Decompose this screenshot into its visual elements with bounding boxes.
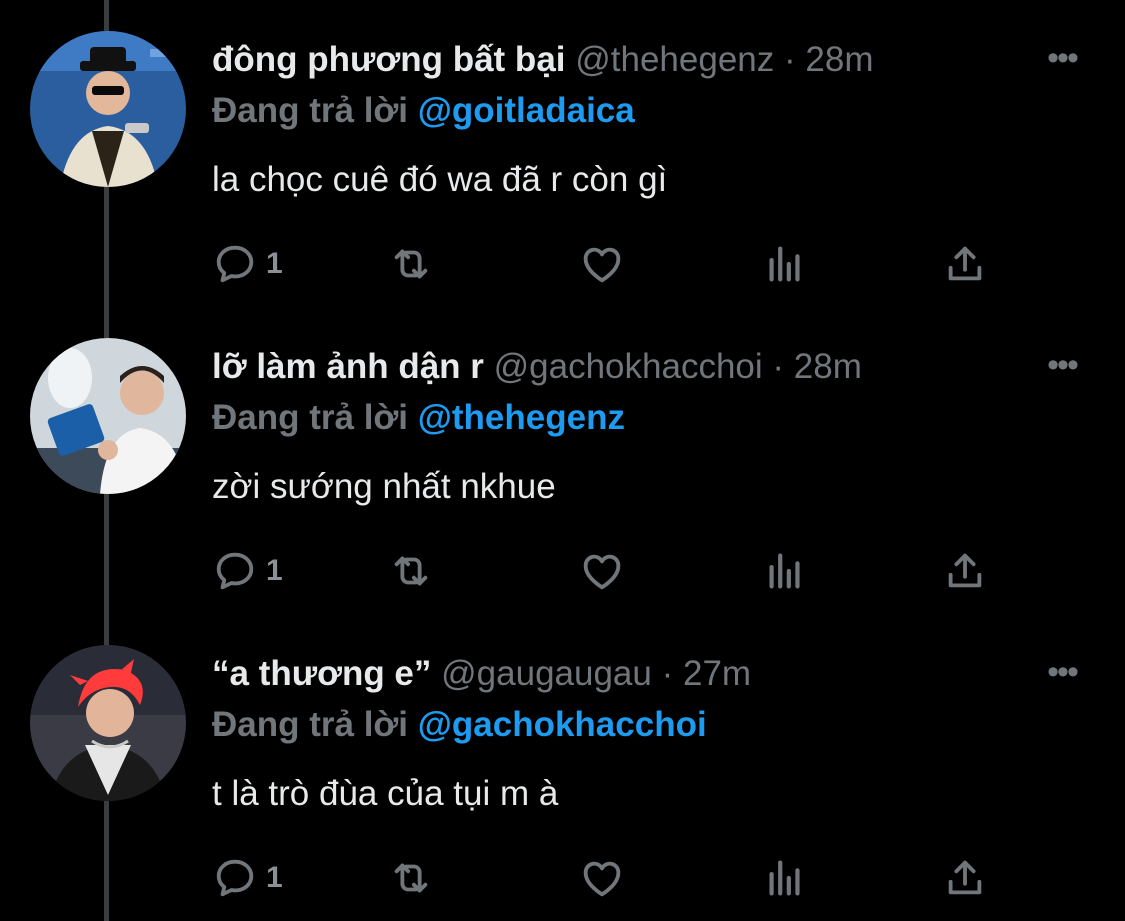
tweet-header: đông phương bất bại @thehegenz · 28m: [212, 38, 873, 82]
retweet-button[interactable]: [388, 238, 434, 290]
like-button[interactable]: [579, 852, 625, 904]
like-button[interactable]: [579, 238, 625, 290]
retweet-button[interactable]: [388, 852, 434, 904]
tweet-actions: 1: [212, 238, 1012, 290]
tweet[interactable]: đông phương bất bại @thehegenz · 28m •••…: [0, 0, 1125, 307]
share-button[interactable]: [942, 545, 988, 597]
avatar[interactable]: [30, 31, 186, 187]
reply-icon: [216, 245, 254, 283]
replying-to: Đang trả lời @goitladaica: [212, 89, 635, 133]
share-button[interactable]: [942, 852, 988, 904]
replying-to-label: Đang trả lời: [212, 91, 409, 130]
share-icon: [948, 860, 982, 895]
tweet-actions: 1: [212, 852, 1012, 904]
timestamp[interactable]: 28m: [794, 347, 862, 386]
reply-icon: [216, 552, 254, 590]
like-icon: [583, 247, 621, 283]
retweet-icon: [394, 556, 428, 586]
more-horizontal-icon[interactable]: •••: [1040, 38, 1084, 82]
more-horizontal-icon[interactable]: •••: [1040, 652, 1084, 696]
like-icon: [583, 554, 621, 590]
share-icon: [948, 553, 982, 588]
avatar[interactable]: [30, 645, 186, 801]
separator-dot: ·: [661, 654, 674, 693]
replying-to: Đang trả lời @gachokhacchoi: [212, 703, 707, 747]
retweet-button[interactable]: [388, 545, 434, 597]
mention-link[interactable]: @thehegenz: [418, 398, 625, 437]
tweet-text: zời sướng nhất nkhue: [212, 467, 556, 506]
reply-button[interactable]: 1: [212, 238, 283, 290]
user-handle[interactable]: @gaugaugau: [441, 654, 652, 693]
views-icon: [769, 553, 800, 589]
reply-thread: đông phương bất bại @thehegenz · 28m •••…: [0, 0, 1125, 921]
mention-link[interactable]: @gachokhacchoi: [418, 705, 707, 744]
tweet[interactable]: “a thương e” @gaugaugau · 27m ••• Đang t…: [0, 614, 1125, 921]
share-button[interactable]: [942, 238, 988, 290]
display-name[interactable]: đông phương bất bại: [212, 40, 566, 79]
tweet-actions: 1: [212, 545, 1012, 597]
like-icon: [583, 861, 621, 897]
timestamp[interactable]: 28m: [805, 40, 873, 79]
reply-count: 1: [266, 247, 283, 280]
views-icon: [769, 860, 800, 896]
user-handle[interactable]: @gachokhacchoi: [494, 347, 763, 386]
views-button[interactable]: [762, 545, 808, 597]
tweet-text: la chọc cuê đó wa đã r còn gì: [212, 160, 668, 199]
avatar[interactable]: [30, 338, 186, 494]
tweet-header: lỡ làm ảnh dận r @gachokhacchoi · 28m: [212, 345, 862, 389]
separator-dot: ·: [784, 40, 796, 79]
retweet-icon: [394, 249, 428, 279]
views-button[interactable]: [762, 238, 808, 290]
display-name[interactable]: lỡ làm ảnh dận r: [212, 347, 484, 386]
mention-link[interactable]: @goitladaica: [418, 91, 635, 130]
replying-to-label: Đang trả lời: [212, 398, 409, 437]
like-button[interactable]: [579, 545, 625, 597]
share-icon: [948, 246, 982, 281]
replying-to: Đang trả lời @thehegenz: [212, 396, 625, 440]
views-button[interactable]: [762, 852, 808, 904]
replying-to-label: Đang trả lời: [212, 705, 409, 744]
tweet-header: “a thương e” @gaugaugau · 27m: [212, 652, 751, 696]
reply-count: 1: [266, 554, 283, 587]
reply-count: 1: [266, 861, 283, 894]
separator-dot: ·: [772, 347, 785, 386]
tweet[interactable]: lỡ làm ảnh dận r @gachokhacchoi · 28m ••…: [0, 307, 1125, 614]
reply-button[interactable]: 1: [212, 545, 283, 597]
retweet-icon: [394, 863, 428, 893]
more-horizontal-icon[interactable]: •••: [1040, 345, 1084, 389]
tweet-text: t là trò đùa của tụi m à: [212, 774, 559, 813]
display-name[interactable]: “a thương e”: [212, 654, 431, 693]
reply-button[interactable]: 1: [212, 852, 283, 904]
reply-icon: [216, 859, 254, 897]
timestamp[interactable]: 27m: [683, 654, 751, 693]
views-icon: [769, 246, 800, 282]
user-handle[interactable]: @thehegenz: [575, 40, 774, 79]
